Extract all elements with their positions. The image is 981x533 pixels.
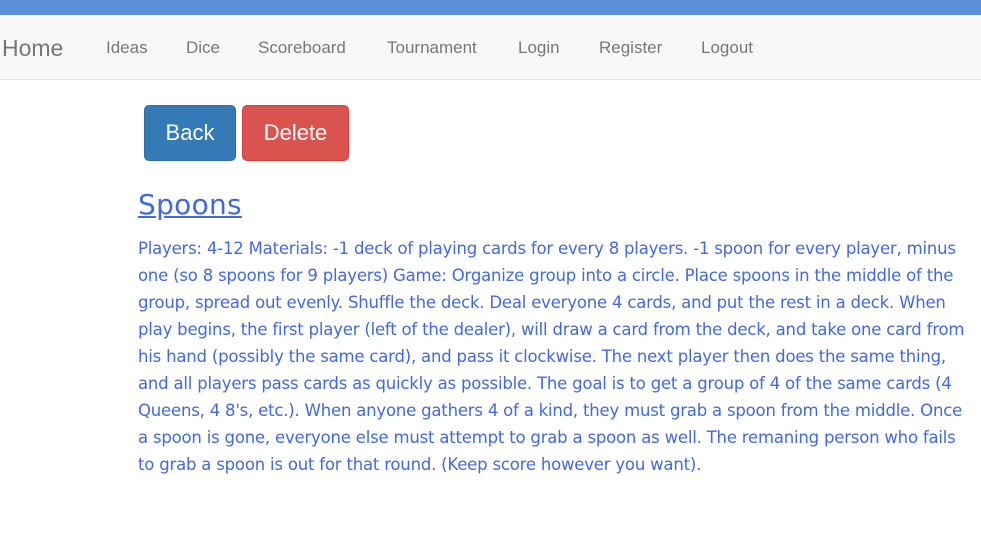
- nav-brand-home[interactable]: Home: [2, 35, 63, 61]
- nav-link-scoreboard[interactable]: Scoreboard: [258, 38, 346, 58]
- back-button[interactable]: Back: [144, 105, 236, 161]
- top-stripe: [0, 0, 981, 15]
- nav-link-logout[interactable]: Logout: [701, 38, 753, 58]
- nav-link-dice[interactable]: Dice: [186, 38, 220, 58]
- nav-link-ideas[interactable]: Ideas: [106, 38, 148, 58]
- nav-link-register[interactable]: Register: [599, 38, 662, 58]
- nav-link-tournament[interactable]: Tournament: [387, 38, 477, 58]
- navbar: Home Ideas Dice Scoreboard Tournament Lo…: [0, 15, 981, 80]
- delete-button[interactable]: Delete: [242, 105, 349, 161]
- idea-title-link[interactable]: Spoons: [138, 187, 242, 223]
- nav-link-login[interactable]: Login: [518, 38, 560, 58]
- idea-description: Players: 4-12 Materials: -1 deck of play…: [138, 239, 965, 474]
